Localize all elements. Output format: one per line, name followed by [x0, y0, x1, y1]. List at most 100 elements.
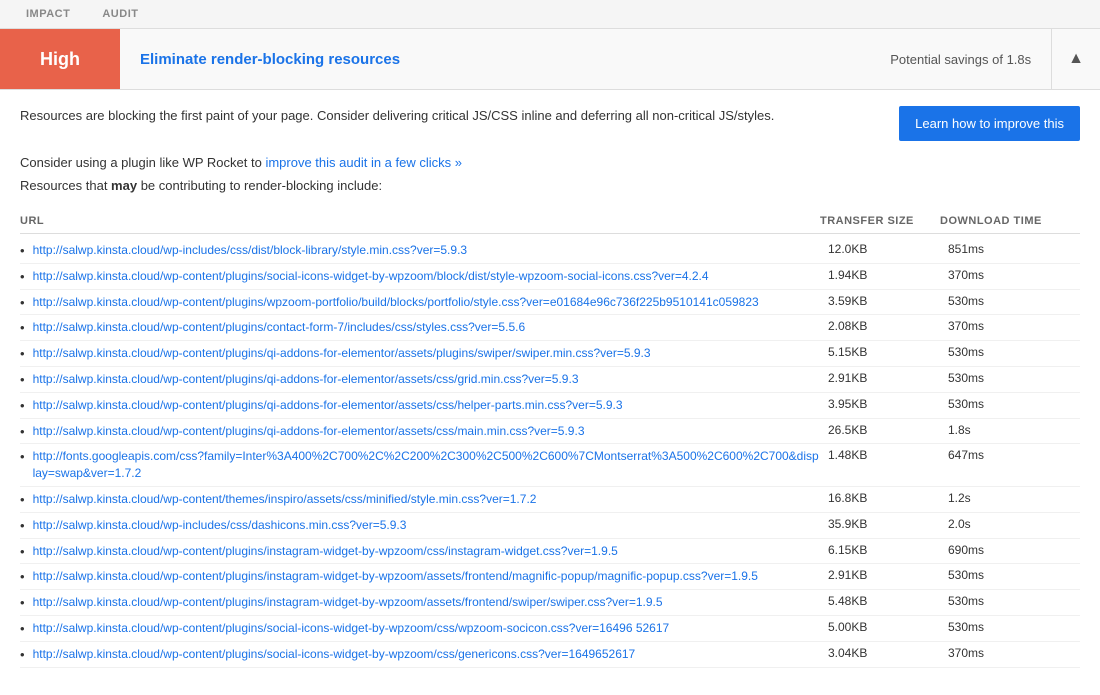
size-cell: 5.48KB: [820, 594, 940, 608]
size-cell: 1.48KB: [820, 448, 940, 462]
bullet-icon: •: [20, 595, 25, 610]
may-note: Resources that may be contributing to re…: [20, 178, 1080, 193]
url-link[interactable]: http://salwp.kinsta.cloud/wp-content/plu…: [33, 568, 758, 585]
bullet-icon: •: [20, 449, 25, 464]
bullet-icon: •: [20, 346, 25, 361]
description-text: Resources are blocking the first paint o…: [20, 106, 879, 126]
url-link[interactable]: http://salwp.kinsta.cloud/wp-content/plu…: [33, 345, 651, 362]
time-cell: 690ms: [940, 543, 1080, 557]
bullet-icon: •: [20, 647, 25, 662]
savings-text: Potential savings of 1.8s: [870, 52, 1051, 67]
url-cell: • http://salwp.kinsta.cloud/wp-content/p…: [20, 345, 820, 362]
plugin-link[interactable]: improve this audit in a few clicks »: [265, 155, 462, 170]
url-link[interactable]: http://salwp.kinsta.cloud/wp-content/plu…: [33, 594, 663, 611]
size-cell: 35.9KB: [820, 517, 940, 531]
url-cell: • http://salwp.kinsta.cloud/wp-content/p…: [20, 646, 820, 663]
may-note-suffix: be contributing to render-blocking inclu…: [137, 178, 382, 193]
resources-table: URL TRANSFER SIZE DOWNLOAD TIME • http:/…: [20, 209, 1080, 668]
size-cell: 12.0KB: [820, 242, 940, 256]
time-cell: 370ms: [940, 646, 1080, 660]
url-link[interactable]: http://salwp.kinsta.cloud/wp-content/plu…: [33, 543, 618, 560]
size-cell: 16.8KB: [820, 491, 940, 505]
table-row: • http://salwp.kinsta.cloud/wp-content/p…: [20, 367, 1080, 393]
table-row: • http://salwp.kinsta.cloud/wp-content/p…: [20, 315, 1080, 341]
url-cell: • http://salwp.kinsta.cloud/wp-content/p…: [20, 319, 820, 336]
col-transfer-header: TRANSFER SIZE: [820, 215, 940, 227]
url-cell: • http://salwp.kinsta.cloud/wp-content/p…: [20, 397, 820, 414]
size-cell: 5.15KB: [820, 345, 940, 359]
table-row: • http://salwp.kinsta.cloud/wp-includes/…: [20, 513, 1080, 539]
may-bold: may: [111, 178, 137, 193]
url-cell: • http://fonts.googleapis.com/css?family…: [20, 448, 820, 482]
time-cell: 530ms: [940, 568, 1080, 582]
bullet-icon: •: [20, 621, 25, 636]
table-row: • http://fonts.googleapis.com/css?family…: [20, 444, 1080, 487]
time-cell: 370ms: [940, 319, 1080, 333]
url-link[interactable]: http://salwp.kinsta.cloud/wp-content/plu…: [33, 423, 585, 440]
table-row: • http://salwp.kinsta.cloud/wp-content/p…: [20, 642, 1080, 668]
url-link[interactable]: http://salwp.kinsta.cloud/wp-content/plu…: [33, 646, 636, 663]
table-row: • http://salwp.kinsta.cloud/wp-content/p…: [20, 564, 1080, 590]
url-cell: • http://salwp.kinsta.cloud/wp-content/p…: [20, 594, 820, 611]
size-cell: 26.5KB: [820, 423, 940, 437]
table-row: • http://salwp.kinsta.cloud/wp-content/p…: [20, 539, 1080, 565]
bullet-icon: •: [20, 424, 25, 439]
plugin-note-prefix: Consider using a plugin like WP Rocket t…: [20, 155, 265, 170]
table-row: • http://salwp.kinsta.cloud/wp-content/p…: [20, 341, 1080, 367]
size-cell: 3.95KB: [820, 397, 940, 411]
time-cell: 530ms: [940, 620, 1080, 634]
url-cell: • http://salwp.kinsta.cloud/wp-content/t…: [20, 491, 820, 508]
url-cell: • http://salwp.kinsta.cloud/wp-content/p…: [20, 294, 820, 311]
url-link[interactable]: http://salwp.kinsta.cloud/wp-content/plu…: [33, 620, 670, 637]
tab-impact[interactable]: IMPACT: [10, 0, 86, 28]
bullet-icon: •: [20, 492, 25, 507]
url-cell: • http://salwp.kinsta.cloud/wp-content/p…: [20, 423, 820, 440]
url-link[interactable]: http://salwp.kinsta.cloud/wp-includes/cs…: [33, 517, 407, 534]
time-cell: 530ms: [940, 294, 1080, 308]
size-cell: 1.94KB: [820, 268, 940, 282]
url-link[interactable]: http://salwp.kinsta.cloud/wp-content/plu…: [33, 294, 759, 311]
table-row: • http://salwp.kinsta.cloud/wp-content/p…: [20, 590, 1080, 616]
size-cell: 2.91KB: [820, 371, 940, 385]
audit-title: Eliminate render-blocking resources: [120, 51, 870, 68]
size-cell: 5.00KB: [820, 620, 940, 634]
bullet-icon: •: [20, 372, 25, 387]
url-link[interactable]: http://salwp.kinsta.cloud/wp-content/plu…: [33, 319, 526, 336]
learn-button[interactable]: Learn how to improve this: [899, 106, 1080, 141]
url-cell: • http://salwp.kinsta.cloud/wp-content/p…: [20, 568, 820, 585]
collapse-button[interactable]: ▲: [1051, 29, 1100, 89]
size-cell: 3.59KB: [820, 294, 940, 308]
description-row: Resources are blocking the first paint o…: [20, 106, 1080, 141]
table-body: • http://salwp.kinsta.cloud/wp-includes/…: [20, 238, 1080, 668]
url-link[interactable]: http://salwp.kinsta.cloud/wp-content/plu…: [33, 397, 623, 414]
time-cell: 1.8s: [940, 423, 1080, 437]
url-link[interactable]: http://salwp.kinsta.cloud/wp-content/plu…: [33, 371, 579, 388]
bullet-icon: •: [20, 398, 25, 413]
table-row: • http://salwp.kinsta.cloud/wp-content/p…: [20, 264, 1080, 290]
url-cell: • http://salwp.kinsta.cloud/wp-includes/…: [20, 242, 820, 259]
table-row: • http://salwp.kinsta.cloud/wp-content/p…: [20, 419, 1080, 445]
url-cell: • http://salwp.kinsta.cloud/wp-content/p…: [20, 371, 820, 388]
url-cell: • http://salwp.kinsta.cloud/wp-content/p…: [20, 543, 820, 560]
size-cell: 2.91KB: [820, 568, 940, 582]
url-link[interactable]: http://salwp.kinsta.cloud/wp-content/the…: [33, 491, 537, 508]
table-header-row: URL TRANSFER SIZE DOWNLOAD TIME: [20, 209, 1080, 234]
size-cell: 6.15KB: [820, 543, 940, 557]
bullet-icon: •: [20, 544, 25, 559]
url-link[interactable]: http://salwp.kinsta.cloud/wp-content/plu…: [33, 268, 709, 285]
time-cell: 530ms: [940, 345, 1080, 359]
table-row: • http://salwp.kinsta.cloud/wp-content/t…: [20, 487, 1080, 513]
tab-audit[interactable]: AUDIT: [86, 0, 154, 28]
time-cell: 530ms: [940, 594, 1080, 608]
time-cell: 530ms: [940, 371, 1080, 385]
may-note-prefix: Resources that: [20, 178, 111, 193]
time-cell: 2.0s: [940, 517, 1080, 531]
bullet-icon: •: [20, 320, 25, 335]
content-area: Resources are blocking the first paint o…: [0, 90, 1100, 684]
url-link[interactable]: http://fonts.googleapis.com/css?family=I…: [33, 448, 820, 482]
table-row: • http://salwp.kinsta.cloud/wp-includes/…: [20, 238, 1080, 264]
bullet-icon: •: [20, 295, 25, 310]
bullet-icon: •: [20, 269, 25, 284]
col-url-header: URL: [20, 215, 820, 227]
url-link[interactable]: http://salwp.kinsta.cloud/wp-includes/cs…: [33, 242, 468, 259]
